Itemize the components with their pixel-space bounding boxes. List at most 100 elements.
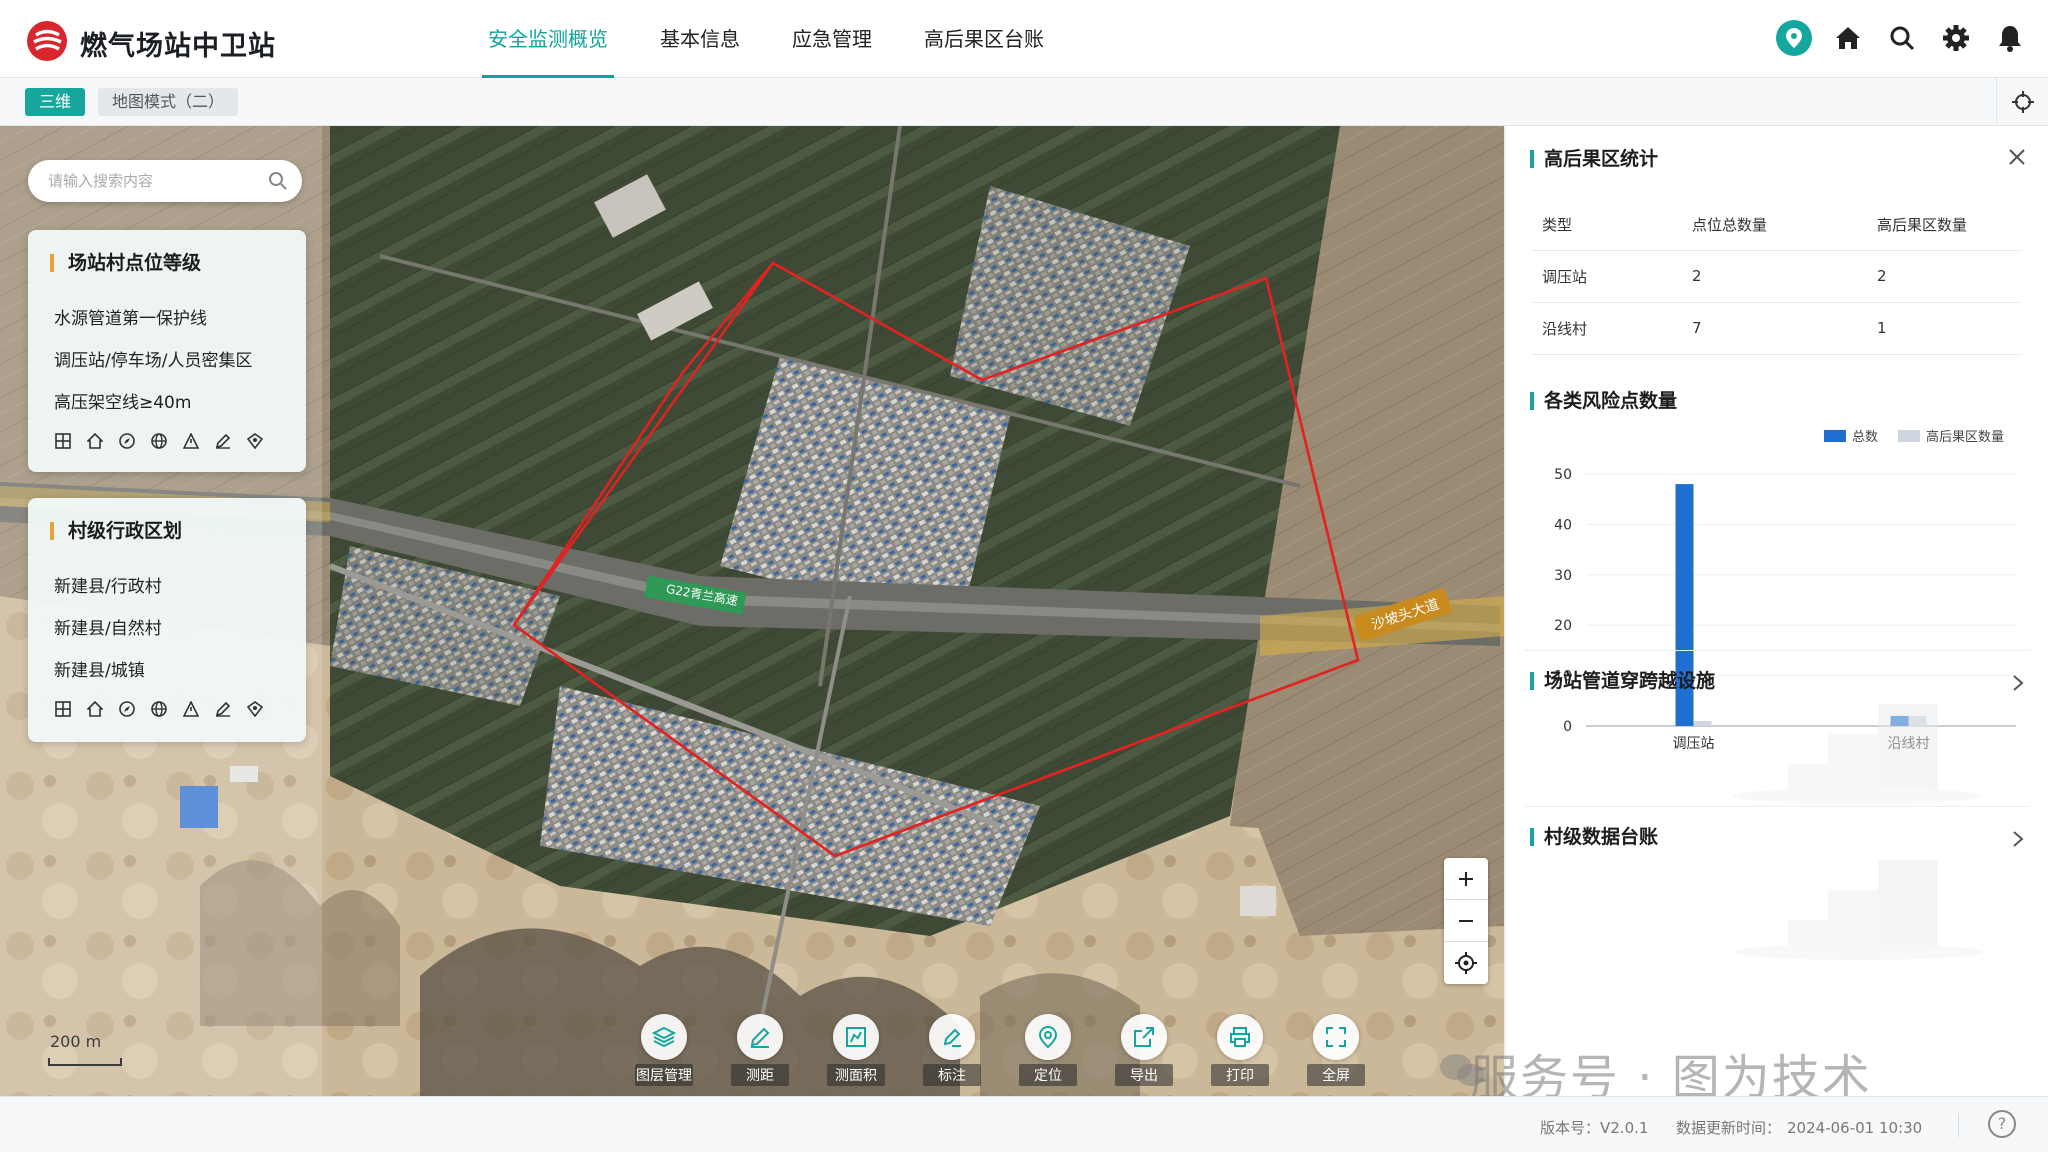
app-logo <box>27 21 67 61</box>
tool-locate[interactable]: 定位 <box>1019 1014 1077 1086</box>
divider <box>1524 650 2030 651</box>
printer-icon <box>1230 1027 1250 1047</box>
level-item-water[interactable]: 水源管道第一保护线 <box>54 304 207 329</box>
bar-hca <box>1693 720 1712 726</box>
tool-export[interactable]: 导出 <box>1115 1014 1173 1086</box>
tool-measure-distance[interactable]: 测距 <box>731 1014 789 1086</box>
update-time: 数据更新时间： 2024-06-01 10:30 <box>1676 1119 1923 1137</box>
panel-title: 场站村点位等级 <box>50 254 201 273</box>
panel-village-division: 村级行政区划 新建县/行政村 新建县/自然村 新建县/城镇 <box>28 498 306 742</box>
legend-total: 总数 <box>1824 426 1878 445</box>
area-icon <box>846 1027 866 1047</box>
ruler-pen-icon <box>750 1027 770 1048</box>
divider <box>1958 1113 1959 1137</box>
search-input[interactable] <box>48 168 268 194</box>
shield-icon[interactable] <box>246 432 264 450</box>
right-panel: 高后果区统计 类型 点位总数量 高后果区数量 调压站 2 2 沿线村 7 1 各… <box>1506 126 2048 1096</box>
compass-icon[interactable] <box>118 700 136 718</box>
fullscreen-icon <box>1326 1027 1346 1047</box>
edit-icon[interactable] <box>214 432 232 450</box>
warning-icon[interactable] <box>182 700 200 718</box>
annotate-icon <box>943 1028 961 1047</box>
compass-icon[interactable] <box>118 432 136 450</box>
search-icon[interactable] <box>268 171 288 191</box>
help-icon[interactable]: ? <box>1988 1110 2016 1138</box>
y-tick-label: 50 <box>1554 467 1572 483</box>
tool-measure-area[interactable]: 测面积 <box>827 1014 885 1086</box>
tool-fullscreen[interactable]: 全屏 <box>1307 1014 1365 1086</box>
mode-map-button[interactable]: 地图模式（二） <box>98 88 239 116</box>
grid-icon[interactable] <box>54 432 72 450</box>
col-header-hca: 高后果区数量 <box>1867 200 2022 251</box>
col-header-total: 点位总数量 <box>1682 200 1867 251</box>
tool-print[interactable]: 打印 <box>1211 1014 1269 1086</box>
y-tick-label: 0 <box>1563 719 1572 735</box>
stats-title: 高后果区统计 <box>1530 150 1658 169</box>
crosshair-icon <box>2011 91 2034 113</box>
nav-overview[interactable]: 安全监测概览 <box>470 0 626 78</box>
zoom-in-button[interactable] <box>1444 858 1488 900</box>
map-search <box>28 160 302 202</box>
pin-icon <box>1038 1025 1058 1049</box>
main-nav: 安全监测概览 基本信息 应急管理 高后果区台账 <box>470 0 1078 78</box>
shield-icon[interactable] <box>246 700 264 718</box>
nav-emergency[interactable]: 应急管理 <box>774 0 890 78</box>
house-icon[interactable] <box>86 432 104 450</box>
nav-basic-info[interactable]: 基本信息 <box>642 0 758 78</box>
search-icon[interactable] <box>1884 20 1920 56</box>
level-item-powerline[interactable]: 高压架空线≥40m <box>54 388 191 413</box>
gear-icon[interactable] <box>1938 20 1974 56</box>
bell-icon[interactable] <box>1992 20 2028 56</box>
col-header-type: 类型 <box>1532 200 1682 251</box>
legend-swatch <box>1898 429 1920 442</box>
chevron-right-icon[interactable] <box>2012 674 2024 692</box>
layers-icon <box>652 1026 676 1048</box>
globe-icon[interactable] <box>150 432 168 450</box>
risk-title: 各类风险点数量 <box>1530 392 1677 411</box>
division-item-natural-village[interactable]: 新建县/自然村 <box>54 614 162 639</box>
zoom-controls <box>1444 858 1488 984</box>
tool-annotate[interactable]: 标注 <box>923 1014 981 1086</box>
home-icon[interactable] <box>1830 20 1866 56</box>
divider <box>1524 806 2030 807</box>
ledger-title: 村级数据台账 <box>1530 828 1658 847</box>
version-label: 版本号：V2.0.1 <box>1540 1119 1649 1137</box>
chevron-right-icon[interactable] <box>2012 830 2024 848</box>
warning-icon[interactable] <box>182 432 200 450</box>
y-tick-label: 20 <box>1554 618 1572 634</box>
house-icon[interactable] <box>86 700 104 718</box>
level-item-regulator[interactable]: 调压站/停车场/人员密集区 <box>54 346 252 371</box>
target-button[interactable] <box>1996 78 2048 126</box>
legend-swatch <box>1824 429 1846 442</box>
crosshair-icon <box>1455 952 1477 974</box>
division-item-town[interactable]: 新建县/城镇 <box>54 656 145 681</box>
crossing-title: 场站管道穿跨越设施 <box>1530 672 1715 691</box>
edit-icon[interactable] <box>214 700 232 718</box>
panel-station-level: 场站村点位等级 水源管道第一保护线 调压站/停车场/人员密集区 高压架空线≥40… <box>28 230 306 472</box>
close-icon[interactable] <box>2008 148 2026 166</box>
x-tick-label: 调压站 <box>1673 736 1715 752</box>
legend-hca: 高后果区数量 <box>1898 426 2004 445</box>
stats-table: 类型 点位总数量 高后果区数量 调压站 2 2 沿线村 7 1 <box>1532 200 2022 355</box>
app-title: 燃气场站中卫站 <box>80 31 276 62</box>
placeholder-illustration <box>1733 860 1983 960</box>
mode-3d-button[interactable]: 三维 <box>25 88 86 116</box>
nav-hca-ledger[interactable]: 高后果区台账 <box>906 0 1062 78</box>
app-header: 燃气场站中卫站 安全监测概览 基本信息 应急管理 高后果区台账 <box>0 0 2048 78</box>
zoom-out-button[interactable] <box>1444 900 1488 942</box>
plus-icon <box>1459 871 1473 886</box>
panel-title: 村级行政区划 <box>50 522 182 541</box>
table-row[interactable]: 沿线村 7 1 <box>1532 302 2022 355</box>
y-tick-label: 30 <box>1554 568 1572 584</box>
division-item-admin-village[interactable]: 新建县/行政村 <box>54 572 162 597</box>
footer: 版本号：V2.0.1 数据更新时间： 2024-06-01 10:30 ? <box>0 1096 2048 1152</box>
grid-icon[interactable] <box>54 700 72 718</box>
globe-icon[interactable] <box>150 700 168 718</box>
tool-layers[interactable]: 图层管理 <box>635 1014 693 1086</box>
minus-icon <box>1459 919 1473 922</box>
export-icon <box>1134 1027 1154 1047</box>
table-row[interactable]: 调压站 2 2 <box>1532 250 2022 303</box>
map-toolbar: 图层管理 测距 测面积 标注 定位 导出 打印 全屏 <box>635 1014 1365 1086</box>
locate-button[interactable] <box>1444 942 1488 984</box>
location-icon[interactable] <box>1776 20 1812 56</box>
